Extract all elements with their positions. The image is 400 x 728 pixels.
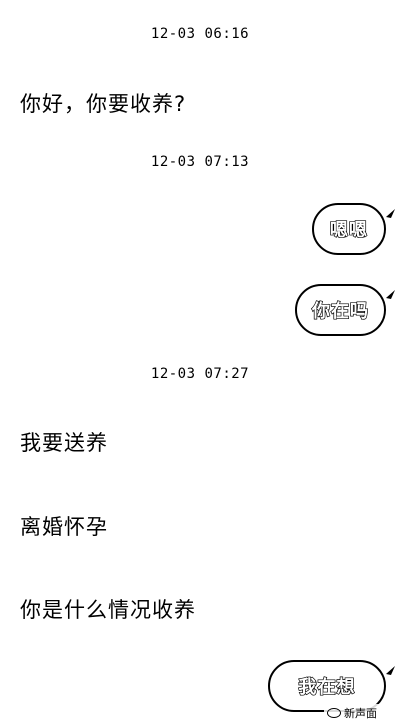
outgoing-bubble[interactable]: 嗯嗯	[312, 203, 386, 255]
outgoing-bubble[interactable]: 你在吗	[295, 284, 386, 336]
incoming-message[interactable]: 你好，你要收养?	[20, 88, 186, 118]
incoming-message[interactable]: 离婚怀孕	[20, 511, 108, 541]
outgoing-message-text: 你在吗	[311, 300, 369, 322]
bubble-tail-icon	[386, 290, 395, 299]
incoming-message[interactable]: 我要送养	[20, 427, 108, 457]
bubble-tail-icon	[386, 666, 395, 675]
watermark-text: 新声面	[344, 707, 377, 720]
wechat-logo-icon	[327, 708, 341, 718]
watermark: 新声面	[324, 704, 380, 722]
bubble-tail-icon	[386, 209, 395, 218]
incoming-message[interactable]: 你是什么情况收养	[20, 594, 196, 624]
timestamp: 12-03 07:27	[150, 366, 250, 382]
timestamp: 12-03 06:16	[150, 26, 250, 42]
outgoing-message-text: 嗯嗯	[329, 219, 368, 241]
timestamp: 12-03 07:13	[150, 154, 250, 170]
chat-window: 12-03 06:16 你好，你要收养? 12-03 07:13 嗯嗯 你在吗 …	[0, 0, 400, 728]
outgoing-message-text: 我在想	[298, 676, 356, 698]
